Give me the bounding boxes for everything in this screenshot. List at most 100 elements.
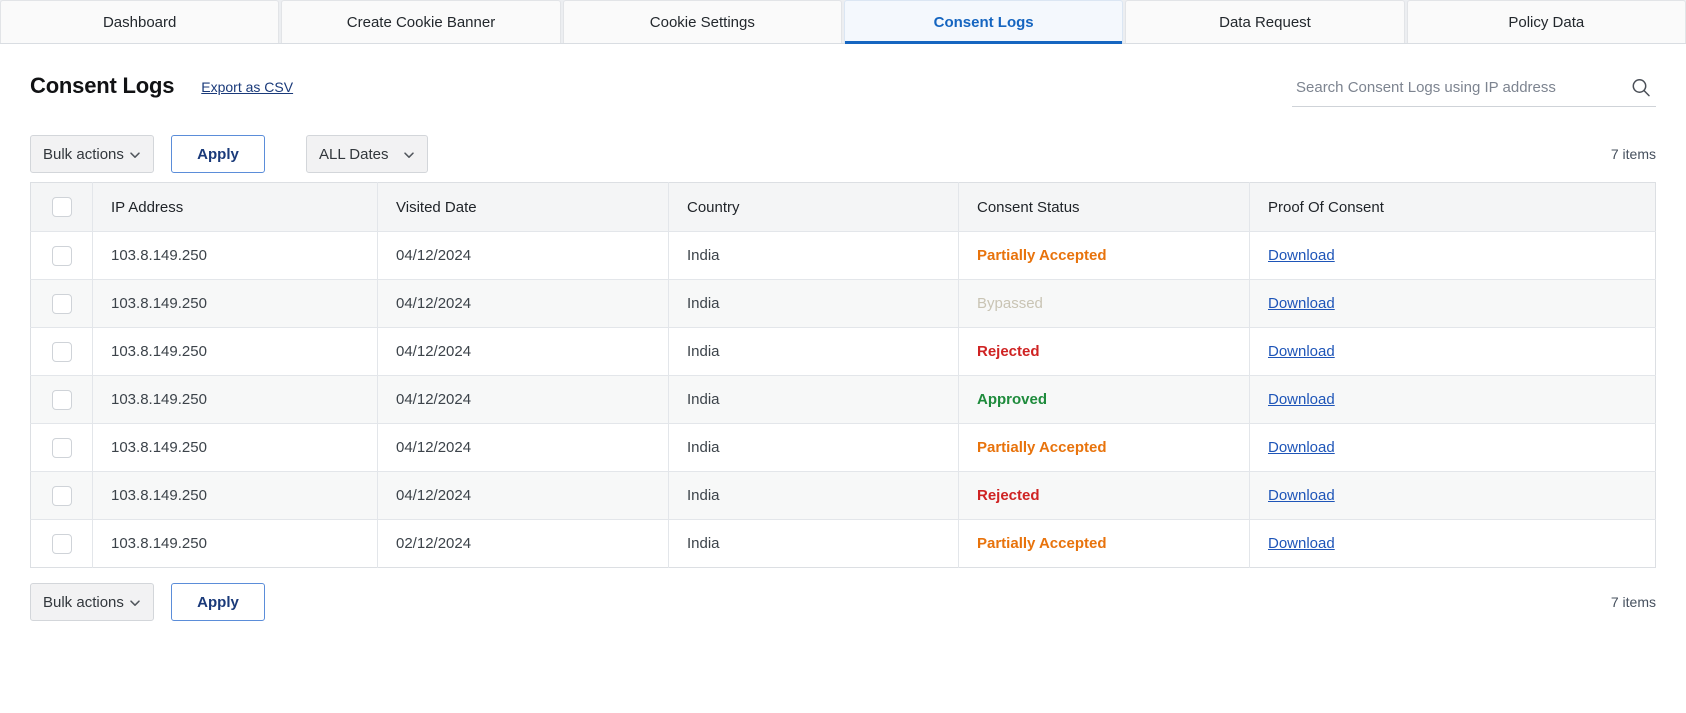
row-checkbox[interactable]	[51, 245, 72, 266]
cell-visited-date: 02/12/2024	[377, 519, 669, 568]
row-select-cell	[30, 279, 93, 328]
status-badge: Partially Accepted	[977, 247, 1107, 264]
row-select-cell	[30, 231, 93, 280]
status-badge: Rejected	[977, 487, 1040, 504]
cell-proof-of-consent: Download	[1249, 231, 1656, 280]
cell-visited-date: 04/12/2024	[377, 231, 669, 280]
bulk-actions-label-top: Bulk actions	[43, 145, 124, 163]
cell-country: India	[668, 375, 959, 424]
row-checkbox[interactable]	[51, 437, 72, 458]
tab-label: Create Cookie Banner	[346, 13, 496, 31]
row-checkbox[interactable]	[51, 389, 72, 410]
tab-cookie-settings[interactable]: Cookie Settings	[562, 0, 842, 43]
item-count-top: 7 items	[1610, 146, 1656, 162]
row-checkbox[interactable]	[51, 533, 72, 554]
column-header-visited-date[interactable]: Visited Date	[377, 182, 669, 232]
cell-proof-of-consent: Download	[1249, 279, 1656, 328]
row-select-cell	[30, 375, 93, 424]
cell-consent-status: Rejected	[958, 327, 1250, 376]
tab-dashboard[interactable]: Dashboard	[0, 0, 280, 43]
cell-ip-address: 103.8.149.250	[92, 519, 378, 568]
tab-create-cookie-banner[interactable]: Create Cookie Banner	[281, 0, 561, 43]
apply-button-bottom[interactable]: Apply	[171, 583, 265, 621]
cell-country: India	[668, 231, 959, 280]
cell-country: India	[668, 279, 959, 328]
download-link[interactable]: Download	[1268, 391, 1335, 408]
cell-visited-date: 04/12/2024	[377, 471, 669, 520]
table-row: 103.8.149.250 04/12/2024 India Rejected Down…	[30, 471, 1656, 520]
tab-data-request[interactable]: Data Request	[1125, 0, 1405, 43]
cell-country: India	[668, 519, 959, 568]
tab-label: Cookie Settings	[649, 13, 755, 31]
status-badge: Approved	[977, 391, 1048, 408]
cell-visited-date: 04/12/2024	[377, 327, 669, 376]
download-link[interactable]: Download	[1268, 535, 1335, 552]
table-row: 103.8.149.250 04/12/2024 India Bypassed Down…	[30, 279, 1656, 328]
status-badge: Bypassed	[977, 295, 1043, 312]
row-checkbox[interactable]	[51, 485, 72, 506]
select-all-header	[30, 182, 93, 232]
cell-visited-date: 04/12/2024	[377, 375, 669, 424]
cell-consent-status: Partially Accepted	[958, 519, 1250, 568]
tab-consent-logs[interactable]: Consent Logs	[843, 0, 1124, 44]
page-title: Consent Logs	[30, 73, 175, 98]
cell-country: India	[668, 471, 959, 520]
page-header: Consent Logs Export as CSV	[30, 44, 1656, 118]
cell-consent-status: Approved	[958, 375, 1250, 424]
table-row: 103.8.149.250 04/12/2024 India Partially Ac…	[30, 231, 1656, 280]
status-badge: Rejected	[977, 343, 1040, 360]
column-header-proof-of-consent[interactable]: Proof Of Consent	[1249, 182, 1656, 232]
download-link[interactable]: Download	[1268, 487, 1335, 504]
tab-label: Data Request	[1219, 13, 1311, 31]
row-select-cell	[30, 327, 93, 376]
chevron-down-icon	[129, 596, 141, 608]
download-link[interactable]: Download	[1268, 343, 1335, 360]
tab-label: Policy Data	[1508, 13, 1585, 31]
row-select-cell	[30, 519, 93, 568]
column-header-country[interactable]: Country	[668, 182, 959, 232]
cell-ip-address: 103.8.149.250	[92, 327, 378, 376]
row-checkbox[interactable]	[51, 341, 72, 362]
bulk-actions-select-top[interactable]: Bulk actions	[30, 135, 154, 173]
table-header: IP Address Visited Date Country Consent …	[30, 182, 1656, 232]
search-input[interactable]	[1292, 73, 1656, 107]
download-link[interactable]: Download	[1268, 295, 1335, 312]
column-header-ip-address[interactable]: IP Address	[92, 182, 378, 232]
download-link[interactable]: Download	[1268, 247, 1335, 264]
export-as-csv-link[interactable]: Export as CSV	[201, 79, 293, 95]
date-filter-select[interactable]: ALL Dates	[306, 135, 428, 173]
search-icon[interactable]	[1630, 77, 1652, 99]
table-row: 103.8.149.250 04/12/2024 India Partially Ac…	[30, 423, 1656, 472]
cell-consent-status: Bypassed	[958, 279, 1250, 328]
apply-button-top[interactable]: Apply	[171, 135, 265, 173]
cell-proof-of-consent: Download	[1249, 471, 1656, 520]
tab-label: Consent Logs	[933, 13, 1034, 31]
toolbar-top: Bulk actions Apply ALL Dates 7 items	[30, 126, 1656, 182]
bulk-actions-select-bottom[interactable]: Bulk actions	[30, 583, 154, 621]
column-header-consent-status[interactable]: Consent Status	[958, 182, 1250, 232]
row-select-cell	[30, 471, 93, 520]
cell-ip-address: 103.8.149.250	[92, 471, 378, 520]
table-body: 103.8.149.250 04/12/2024 India Partially Ac…	[30, 231, 1656, 568]
date-filter-label: ALL Dates	[319, 145, 389, 163]
tab-label: Dashboard	[102, 13, 177, 31]
cell-visited-date: 04/12/2024	[377, 423, 669, 472]
bulk-actions-label-bottom: Bulk actions	[43, 593, 124, 611]
table-row: 103.8.149.250 02/12/2024 India Partially Ac…	[30, 519, 1656, 568]
status-badge: Partially Accepted	[977, 535, 1107, 552]
cell-proof-of-consent: Download	[1249, 327, 1656, 376]
cell-proof-of-consent: Download	[1249, 423, 1656, 472]
tab-policy-data[interactable]: Policy Data	[1406, 0, 1686, 43]
consent-logs-page: Consent Logs Export as CSV Bulk actions …	[0, 44, 1686, 713]
row-select-cell	[30, 423, 93, 472]
cell-ip-address: 103.8.149.250	[92, 231, 378, 280]
chevron-down-icon	[129, 148, 141, 160]
cell-ip-address: 103.8.149.250	[92, 423, 378, 472]
search-container	[1292, 73, 1656, 107]
select-all-checkbox[interactable]	[51, 197, 72, 217]
chevron-down-icon	[403, 148, 415, 160]
download-link[interactable]: Download	[1268, 439, 1335, 456]
status-badge: Partially Accepted	[977, 439, 1107, 456]
row-checkbox[interactable]	[51, 293, 72, 314]
item-count-bottom: 7 items	[1610, 594, 1656, 610]
